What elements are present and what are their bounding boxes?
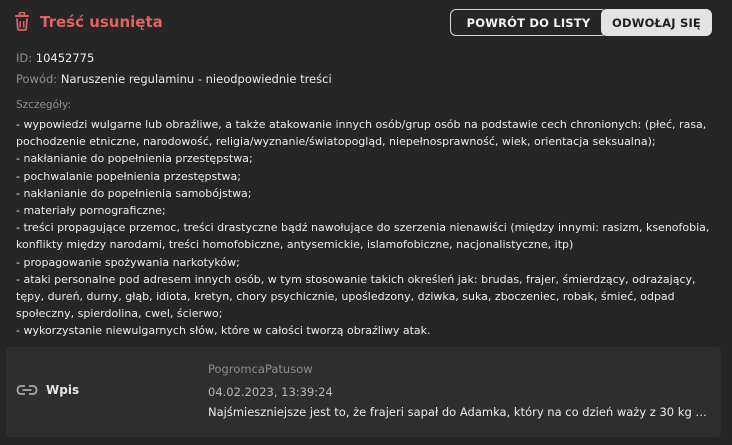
details-line: - nakłanianie do popełnienia przestępstw… [16, 152, 253, 166]
link-icon [16, 385, 38, 395]
details-line: pochodzenie etniczne, narodowość, religi… [16, 135, 656, 149]
page-title: Treść usunięta [14, 12, 163, 31]
details-line: - propagowanie spożywania narkotyków; [16, 255, 240, 269]
removed-content-card: Treść usunięta POWRÓT DO LISTY ODWOŁAJ S… [0, 0, 732, 445]
id-label: ID: [16, 51, 33, 65]
details-line: społeczny, spierdolina, cwel, ścierwo; [16, 307, 223, 321]
details-line: - wypowiedzi wulgarne lub obraźliwe, a t… [16, 118, 707, 131]
id-value: 10452775 [35, 51, 95, 65]
trash-icon [15, 12, 29, 31]
id-row: ID: 10452775 [16, 51, 94, 65]
post-preview[interactable]: Wpis PogromcaPatusow 04.02.2023, 13:39:2… [6, 347, 721, 437]
appeal-button[interactable]: ODWOŁAJ SIĘ [601, 9, 712, 36]
post-type-label: Wpis [46, 383, 80, 397]
post-author: PogromcaPatusow [208, 362, 313, 376]
post-text: Najśmieszniejsze jest to, że frajeri sap… [208, 405, 713, 419]
reason-value: Naruszenie regulaminu - nieodpowiednie t… [60, 72, 332, 86]
details-line: - wykorzystanie niewulgarnych słów, któr… [16, 324, 431, 338]
details-line: - nakłanianie do popełnienia samobójstwa… [16, 186, 252, 200]
reason-label: Powód: [16, 72, 58, 86]
details-line: konflikty między narodami, treści homofo… [16, 238, 574, 252]
details-label: Szczegóły: [16, 99, 71, 111]
back-to-list-button[interactable]: POWRÓT DO LISTY [450, 9, 607, 36]
post-type: Wpis [16, 383, 79, 397]
details-line: - pochwalanie popełnienia przestępstwa; [16, 169, 242, 183]
details-line: tępy, dureń, durny, głąb, idiota, kretyn… [16, 290, 675, 304]
details-text: - wypowiedzi wulgarne lub obraźliwe, a t… [16, 116, 722, 340]
reason-row: Powód: Naruszenie regulaminu - nieodpowi… [16, 72, 332, 86]
details-line: - materiały pornograficzne; [16, 204, 166, 218]
post-date: 04.02.2023, 13:39:24 [208, 385, 333, 399]
details-line: - ataki personalne pod adresem innych os… [16, 272, 696, 286]
title-text: Treść usunięta [40, 12, 163, 31]
header: Treść usunięta POWRÓT DO LISTY ODWOŁAJ S… [14, 9, 714, 38]
details-line: - treści propagujące przemoc, treści dra… [16, 221, 710, 235]
